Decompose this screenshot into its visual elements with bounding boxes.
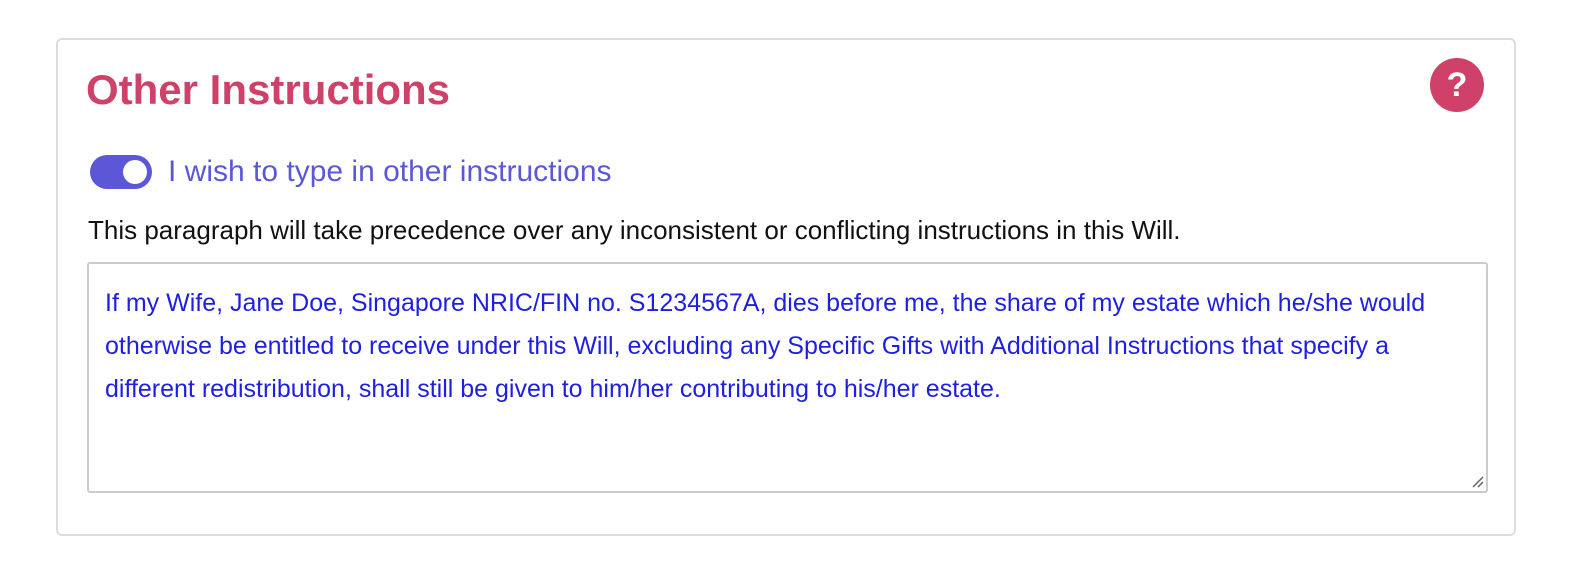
help-icon[interactable]: ?: [1430, 58, 1484, 112]
section-title: Other Instructions: [86, 66, 451, 113]
toggle-switch[interactable]: [90, 155, 152, 189]
other-instructions-textarea[interactable]: If my Wife, Jane Doe, Singapore NRIC/FIN…: [87, 262, 1488, 493]
question-mark-icon: ?: [1446, 66, 1468, 104]
resize-handle-icon[interactable]: [1470, 474, 1484, 488]
other-instructions-card: Other Instructions ? I wish to type in o…: [56, 38, 1516, 536]
toggle-label[interactable]: I wish to type in other instructions: [168, 152, 612, 192]
toggle-knob: [123, 160, 147, 184]
other-instructions-toggle[interactable]: I wish to type in other instructions: [90, 152, 612, 192]
instructions-description: This paragraph will take precedence over…: [88, 215, 1181, 245]
